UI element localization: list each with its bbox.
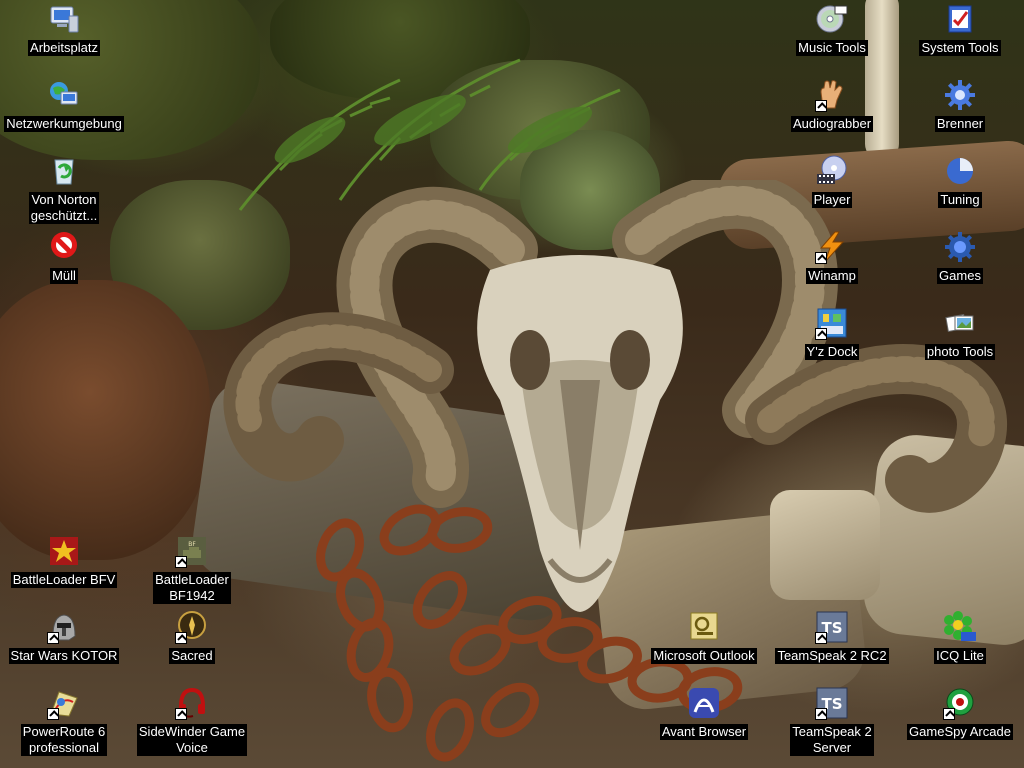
desktop-icon-label: System Tools (919, 40, 1001, 56)
desktop-icon-label: TeamSpeak 2 Server (790, 724, 874, 756)
shortcut-arrow-icon (943, 708, 955, 720)
desktop-icon-audiograbber[interactable]: Audiograbber (767, 78, 897, 132)
teamspeak-icon: TS (815, 686, 849, 720)
desktop-icon-battleloader-bf1942[interactable]: BF BattleLoader BF1942 (127, 534, 257, 604)
desktop-icon-label: TeamSpeak 2 RC2 (775, 648, 889, 664)
desktop-icon-label: Von Norton geschützt... (28, 192, 100, 224)
desktop-icon-label: BattleLoader BFV (10, 572, 118, 588)
desktop-icon-label: Brenner (934, 116, 986, 132)
desktop-icon-brenner[interactable]: Brenner (895, 78, 1024, 132)
clipboard-icon (943, 2, 977, 36)
avant-icon (687, 686, 721, 720)
helmet-icon (47, 610, 81, 644)
desktop-icon-games[interactable]: Games (895, 230, 1024, 284)
desktop-icon-label: photo Tools (924, 344, 996, 360)
desktop-icon-label: Sacred (169, 648, 215, 664)
pie-chart-icon (943, 154, 977, 188)
desktop-icon-teamspeak-2-rc2[interactable]: TS TeamSpeak 2 RC2 (767, 610, 897, 664)
desktop-icon-tuning[interactable]: Tuning (895, 154, 1024, 208)
desktop-icon-arbeitsplatz[interactable]: Arbeitsplatz (0, 2, 129, 56)
shortcut-arrow-icon (175, 708, 187, 720)
desktop-icon-avant-browser[interactable]: Avant Browser (639, 686, 769, 740)
shortcut-arrow-icon (175, 632, 187, 644)
shortcut-arrow-icon (47, 708, 59, 720)
desktop-icon-norton[interactable]: Von Norton geschützt... (0, 154, 129, 224)
desktop-icon-label: Avant Browser (659, 724, 749, 740)
lightning-icon (815, 230, 849, 264)
no-entry-icon (47, 230, 81, 264)
shortcut-arrow-icon (175, 556, 187, 568)
teamspeak-icon: TS (815, 610, 849, 644)
network-icon (47, 78, 81, 112)
route-icon (47, 686, 81, 720)
desktop-icon-label: Star Wars KOTOR (8, 648, 120, 664)
photos-icon (943, 306, 977, 340)
desktop-icon-powerroute[interactable]: PowerRoute 6 professional (0, 686, 129, 756)
desktop-icon-system-tools[interactable]: System Tools (895, 2, 1024, 56)
desktop-icon-gamespy-arcade[interactable]: GameSpy Arcade (895, 686, 1024, 740)
desktop-icon-label: SideWinder Game Voice (136, 724, 248, 756)
disc-film-icon (815, 154, 849, 188)
flower-icon (943, 610, 977, 644)
desktop-icon-label: Games (937, 268, 983, 284)
desktop-icon-label: Y'z Dock (804, 344, 860, 360)
svg-text:BF: BF (188, 541, 196, 548)
shortcut-arrow-icon (815, 632, 827, 644)
desktop-icon-label: Netzwerkumgebung (4, 116, 124, 132)
dock-icon (815, 306, 849, 340)
star-badge-icon (47, 534, 81, 568)
gear-blue-icon (943, 230, 977, 264)
desktop-icon-battleloader-bfv[interactable]: BattleLoader BFV (0, 534, 129, 588)
desktop-icon-label: Microsoft Outlook (651, 648, 757, 664)
desktop-icon-label: Arbeitsplatz (28, 40, 100, 56)
shortcut-arrow-icon (815, 100, 827, 112)
desktop-icon-label: BattleLoader BF1942 (153, 572, 231, 604)
desktop-icon-player[interactable]: Player (767, 154, 897, 208)
desktop-icon-muell[interactable]: Müll (0, 230, 129, 284)
desktop-icon-microsoft-outlook[interactable]: Microsoft Outlook (639, 610, 769, 664)
gear-icon (943, 78, 977, 112)
desktop-icon-label: Music Tools (796, 40, 868, 56)
shortcut-arrow-icon (815, 708, 827, 720)
shortcut-arrow-icon (47, 632, 59, 644)
desktop-icon-sidewinder[interactable]: SideWinder Game Voice (127, 686, 257, 756)
desktop-icon-music-tools[interactable]: Music Tools (767, 2, 897, 56)
desktop-icon-yz-dock[interactable]: Y'z Dock (767, 306, 897, 360)
cd-icon (815, 2, 849, 36)
battlefield-icon: BF (175, 534, 209, 568)
desktop-icon-label: GameSpy Arcade (907, 724, 1013, 740)
outlook-icon (687, 610, 721, 644)
my-computer-icon (47, 2, 81, 36)
desktop-icon-winamp[interactable]: Winamp (767, 230, 897, 284)
gamespy-icon (943, 686, 977, 720)
sacred-orb-icon (175, 610, 209, 644)
desktop-icon-icq-lite[interactable]: ICQ Lite (895, 610, 1024, 664)
desktop-icon-label: Tuning (938, 192, 982, 208)
shortcut-arrow-icon (815, 252, 827, 264)
desktop-icon-label: ICQ Lite (934, 648, 986, 664)
hand-icon (815, 78, 849, 112)
desktop-icon-label: Audiograbber (790, 116, 874, 132)
shortcut-arrow-icon (815, 328, 827, 340)
desktop-icon-label: Winamp (806, 268, 858, 284)
desktop-icon-sacred[interactable]: Sacred (127, 610, 257, 664)
desktop-icon-netzwerkumgebung[interactable]: Netzwerkumgebung (0, 78, 129, 132)
recycle-bin-icon (47, 154, 81, 188)
desktop-icon-star-wars-kotor[interactable]: Star Wars KOTOR (0, 610, 129, 664)
desktop-icon-label: Player (811, 192, 853, 208)
headset-icon (175, 686, 209, 720)
wallpaper-rock (0, 280, 210, 560)
desktop-icon-label: Müll (50, 268, 78, 284)
desktop-icon-label: PowerRoute 6 professional (20, 724, 108, 756)
desktop-icon-teamspeak-2-server[interactable]: TS TeamSpeak 2 Server (767, 686, 897, 756)
desktop-icon-photo-tools[interactable]: photo Tools (895, 306, 1024, 360)
